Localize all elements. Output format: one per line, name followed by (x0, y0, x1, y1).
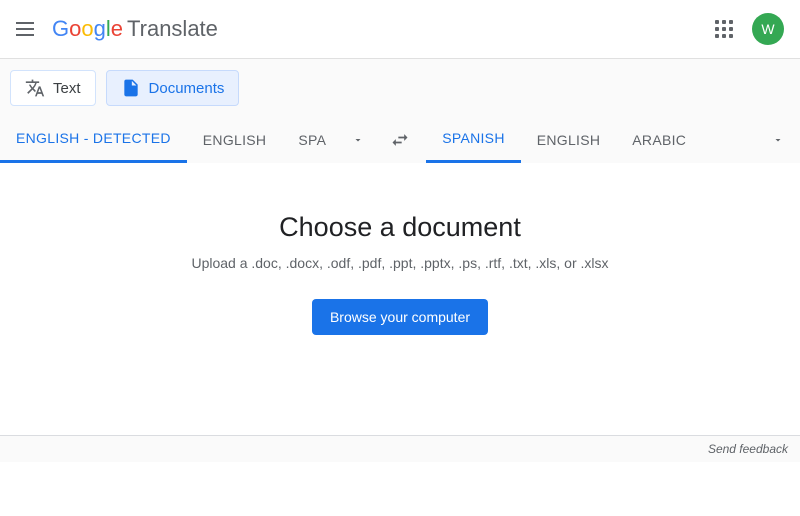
translate-icon (25, 78, 45, 98)
language-bar: ENGLISH - DETECTED ENGLISH SPA SPANISH E… (0, 116, 800, 164)
send-feedback-link[interactable]: Send feedback (708, 442, 788, 456)
upload-title: Choose a document (20, 212, 780, 243)
document-icon (121, 78, 141, 98)
browse-button[interactable]: Browse your computer (312, 299, 488, 335)
source-lang-third[interactable]: SPA (282, 116, 342, 163)
avatar[interactable]: W (752, 13, 784, 45)
target-lang-spanish[interactable]: SPANISH (426, 116, 521, 163)
target-lang-arabic[interactable]: ARABIC (616, 116, 702, 163)
target-lang-english[interactable]: ENGLISH (521, 116, 617, 163)
mode-toolbar: Text Documents (0, 59, 800, 116)
google-translate-logo[interactable]: Google Translate (52, 16, 218, 42)
logo-product-text: Translate (127, 16, 218, 42)
header-right: W (712, 13, 784, 45)
target-lang-side: SPANISH ENGLISH ARABIC (426, 116, 702, 163)
documents-mode-button[interactable]: Documents (106, 70, 240, 106)
apps-icon[interactable] (712, 17, 736, 41)
source-lang-detected[interactable]: ENGLISH - DETECTED (0, 116, 187, 163)
source-lang-english[interactable]: ENGLISH (187, 116, 283, 163)
document-upload-area: Choose a document Upload a .doc, .docx, … (0, 164, 800, 435)
menu-icon[interactable] (16, 17, 40, 41)
feedback-bar: Send feedback (0, 436, 800, 462)
header-left: Google Translate (16, 16, 218, 42)
documents-mode-label: Documents (149, 80, 225, 97)
text-mode-label: Text (53, 80, 81, 97)
source-lang-side: ENGLISH - DETECTED ENGLISH SPA (0, 116, 374, 163)
swap-languages-icon[interactable] (374, 130, 426, 150)
header: Google Translate W (0, 0, 800, 59)
source-lang-more-icon[interactable] (342, 134, 374, 146)
avatar-initial: W (761, 21, 774, 37)
target-lang-more-icon[interactable] (756, 134, 800, 146)
upload-subtitle: Upload a .doc, .docx, .odf, .pdf, .ppt, … (20, 255, 780, 271)
text-mode-button[interactable]: Text (10, 70, 96, 106)
